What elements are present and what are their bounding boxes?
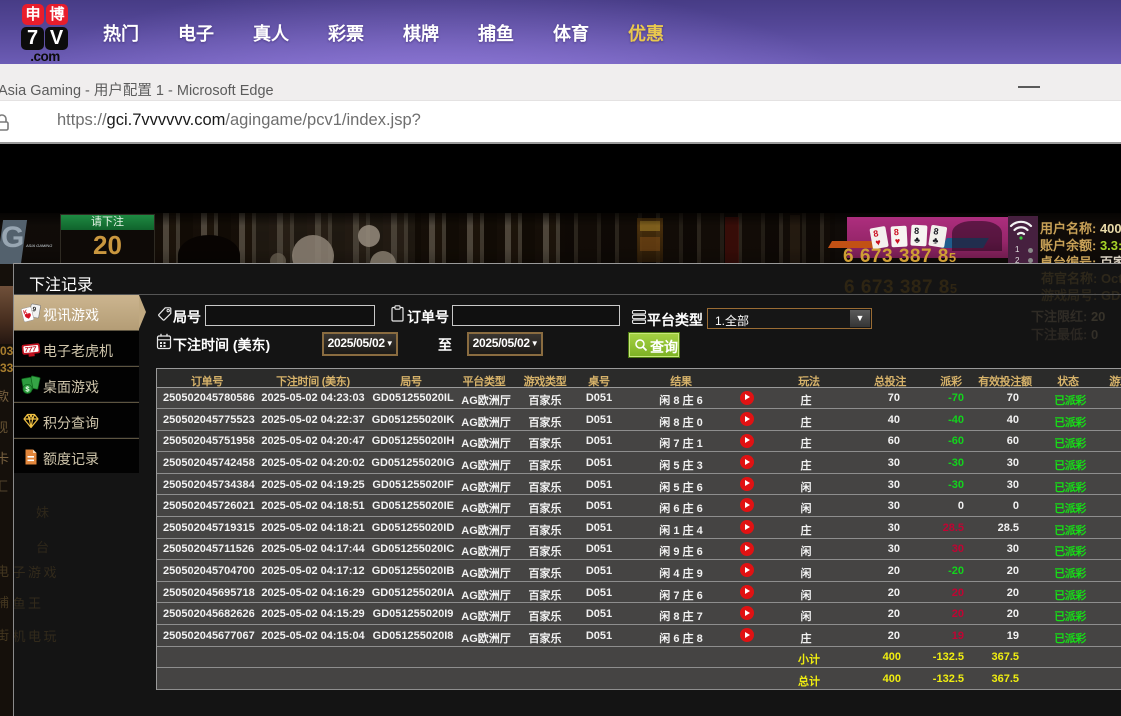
svg-text:♣: ♣ xyxy=(914,235,921,245)
svg-text:777: 777 xyxy=(24,346,37,354)
svg-text:♥: ♥ xyxy=(895,236,901,246)
